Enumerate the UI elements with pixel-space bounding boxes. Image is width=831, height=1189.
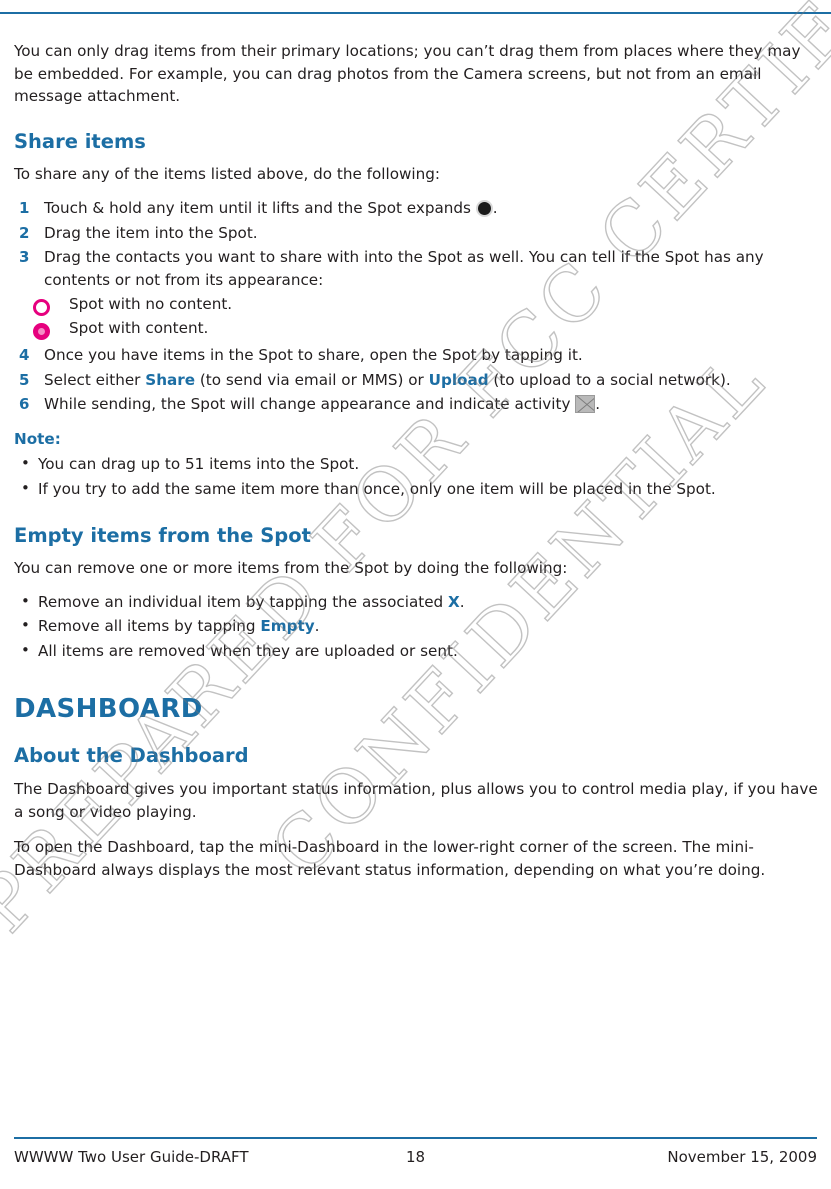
step-number: 5 [19,370,30,389]
empty-intro-block: You can remove one or more items from th… [14,557,819,580]
step-text-after: . [492,199,498,217]
share-items-heading: Share items [14,129,146,153]
step-text-mid: (to send via email or MMS) or [195,370,429,389]
share-items-heading-wrap: Share items [14,130,819,154]
upload-keyword: Upload [428,370,489,389]
step-number: 1 [19,199,30,217]
list-item: 4 Once you have items in the Spot to sha… [14,344,819,367]
bullet-icon: • [21,616,30,634]
step-text-after: (to upload to a social network). [488,370,731,389]
note-bullet-list: • You can drag up to 51 items into the S… [14,453,819,500]
step-text: While sending, the Spot will change appe… [44,395,576,413]
about-dashboard-heading-wrap: About the Dashboard [14,744,819,768]
step-text: Touch & hold any item until it lifts and… [44,199,476,217]
list-item: 5 Select either Share (to send via email… [14,369,819,392]
empty-bullet-text: All items are removed when they are uplo… [38,641,458,660]
empty-bullet-text: Remove an individual item by tapping the… [38,592,449,611]
step-text: Drag the item into the Spot. [44,223,258,242]
list-item: • You can drag up to 51 items into the S… [14,453,819,476]
bullet-icon: • [21,454,30,472]
list-item: 6 While sending, the Spot will change ap… [14,393,819,416]
empty-items-heading-wrap: Empty items from the Spot [14,524,819,548]
dark-spot-icon [475,200,493,217]
share-intro-block: To share any of the items listed above, … [14,163,819,186]
page-content: You can only drag items from their prima… [14,40,819,895]
list-item: • Remove all items by tapping Empty. [14,615,819,638]
bullet-icon: • [21,591,30,610]
bullet-icon: • [21,478,30,497]
share-keyword: Share [145,370,196,389]
list-item: 3 Drag the contacts you want to share wi… [14,246,819,291]
empty-items-heading: Empty items from the Spot [14,524,311,547]
about-paragraph-2-block: To open the Dashboard, tap the mini-Dash… [14,836,819,881]
footer-rule [14,1137,817,1139]
list-item: 2 Drag the item into the Spot. [14,222,819,245]
empty-bullet-text: Remove all items by tapping [38,617,261,635]
empty-bullet-list: • Remove an individual item by tapping t… [14,591,819,663]
about-dashboard-heading: About the Dashboard [14,744,249,767]
step-text: Drag the contacts you want to share with… [44,248,764,289]
spot-legend-label: Spot with no content. [69,295,233,313]
step-text-after: . [595,395,601,413]
note-bullet-text: If you try to add the same item more tha… [38,479,716,498]
note-label: Note: [14,429,61,448]
list-item: • If you try to add the same item more t… [14,478,819,501]
list-item: 1 Touch & hold any item until it lifts a… [14,197,819,220]
share-intro-paragraph: To share any of the items listed above, … [14,164,441,183]
list-item: • All items are removed when they are up… [14,640,819,663]
empty-spot-icon [33,296,50,319]
step-number: 4 [19,346,30,364]
share-steps-list: 1 Touch & hold any item until it lifts a… [14,197,819,416]
activity-spot-icon [575,395,596,413]
note-bullet-text: You can drag up to 51 items into the Spo… [38,455,360,473]
chapter-title-wrap: DASHBOARD [14,694,819,724]
document-page: You can only drag items from their prima… [0,0,831,1189]
list-item: • Remove an individual item by tapping t… [14,591,819,614]
step-number: 6 [19,395,30,413]
page-title: DASHBOARD [14,694,203,724]
spot-legend-label: Spot with content. [69,319,209,337]
page-top-rule [0,12,831,14]
full-spot-icon [33,320,50,343]
x-keyword: X [448,592,460,611]
intro-paragraph: You can only drag items from their prima… [14,42,801,105]
spot-legend-row-empty: Spot with no content. [14,293,819,316]
spot-legend-row-full: Spot with content. [14,317,819,340]
empty-bullet-text-after: . [459,592,465,611]
about-paragraph-1-block: The Dashboard gives you important status… [14,778,819,823]
empty-keyword: Empty [260,617,315,635]
step-number: 3 [19,248,30,266]
step-text: Once you have items in the Spot to share… [44,346,583,364]
step-text: Select either [44,370,146,389]
bullet-icon: • [21,640,30,659]
step-number: 2 [19,223,30,242]
empty-bullet-text-after: . [314,617,320,635]
about-paragraph-1: The Dashboard gives you important status… [14,780,818,821]
intro-paragraph-block: You can only drag items from their prima… [14,40,819,108]
footer-right-text: November 15, 2009 [667,1148,817,1166]
about-paragraph-2: To open the Dashboard, tap the mini-Dash… [14,838,766,879]
empty-intro-paragraph: You can remove one or more items from th… [14,559,568,577]
